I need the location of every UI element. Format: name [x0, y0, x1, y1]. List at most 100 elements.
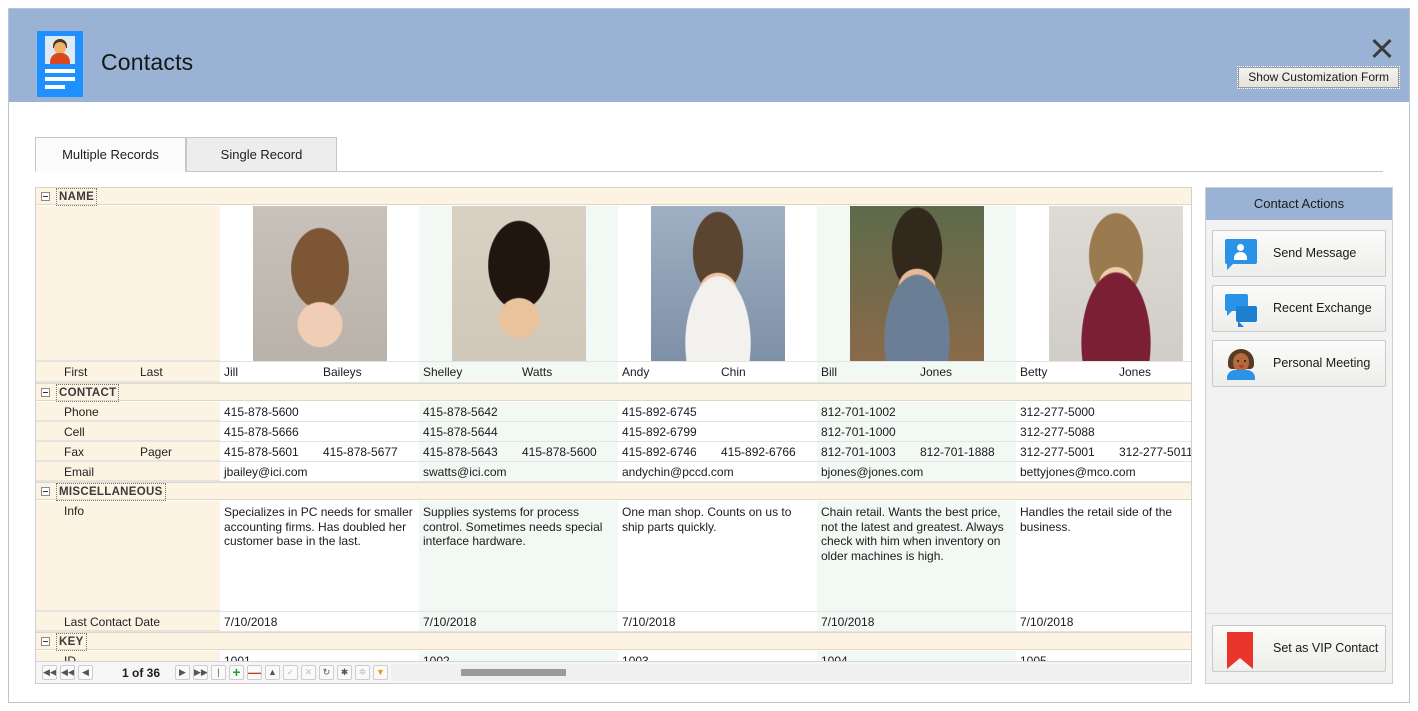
grid-cell[interactable]: 7/10/2018: [1016, 612, 1191, 631]
send-message-icon: [1225, 239, 1257, 270]
grid-cell[interactable]: Supplies systems for process control. So…: [419, 501, 618, 611]
photo-cell[interactable]: [419, 206, 618, 361]
tab-strip: Multiple Records Single Record: [35, 137, 1383, 172]
cancel-edit-button[interactable]: ✕: [301, 665, 316, 680]
grid-cell[interactable]: One man shop. Counts on us to ship parts…: [618, 501, 817, 611]
group-collapse-icon[interactable]: [41, 192, 50, 201]
tab-single-record[interactable]: Single Record: [186, 137, 337, 172]
row-header-cell: Cell: [36, 422, 220, 441]
grid-cell[interactable]: Specializes in PC needs for smaller acco…: [220, 501, 419, 611]
row-header-cell: Fax Pager: [36, 442, 220, 461]
grid-cell[interactable]: swatts@ici.com: [419, 462, 618, 481]
next-page-button[interactable]: ▶▶: [193, 665, 208, 680]
horizontal-scrollbar-thumb[interactable]: [461, 669, 566, 676]
grid-cell[interactable]: 415-892-6745: [618, 402, 817, 421]
grid-cell[interactable]: Andy Chin: [618, 362, 817, 382]
contact-photo: [651, 206, 785, 361]
row-header-cell: Info: [36, 501, 220, 611]
group-header-miscellaneous[interactable]: MISCELLANEOUS: [36, 482, 1191, 501]
grid-row: Email jbailey@ici.com swatts@ici.com andych…: [36, 462, 1191, 482]
records-grid: NAME First Last Jill Baileys Shelley Watts Andy…: [35, 187, 1192, 684]
grid-cell[interactable]: 415-878-5644: [419, 422, 618, 441]
grid-cell[interactable]: 415-878-5642: [419, 402, 618, 421]
group-collapse-icon[interactable]: [41, 637, 50, 646]
photo-cell[interactable]: [220, 206, 419, 361]
grid-cell[interactable]: bettyjones@mco.com: [1016, 462, 1191, 481]
grid-row: Last Contact Date 7/10/2018 7/10/2018 7/10/…: [36, 612, 1191, 632]
grid-cell-secondary-value[interactable]: 312-277-5011: [1119, 445, 1191, 459]
grid-cell[interactable]: andychin@pccd.com: [618, 462, 817, 481]
send-message-button[interactable]: Send Message: [1212, 230, 1386, 277]
tab-multiple-records[interactable]: Multiple Records: [35, 137, 186, 172]
grid-cell[interactable]: Jill Baileys: [220, 362, 419, 382]
grid-cell[interactable]: 415-878-5601 415-878-5677: [220, 442, 419, 461]
grid-cell[interactable]: 7/10/2018: [419, 612, 618, 631]
grid-cell[interactable]: 312-277-5088: [1016, 422, 1191, 441]
delete-record-button[interactable]: —: [247, 665, 262, 680]
recent-exchange-button[interactable]: Recent Exchange: [1212, 285, 1386, 332]
group-collapse-icon[interactable]: [41, 487, 50, 496]
grid-cell-secondary-value[interactable]: Watts: [522, 365, 552, 379]
grid-cell-secondary-value[interactable]: 812-701-1888: [920, 445, 995, 459]
grid-cell[interactable]: 415-878-5643 415-878-5600: [419, 442, 618, 461]
grid-cell-secondary-value[interactable]: 415-878-5677: [323, 445, 398, 459]
refresh-button[interactable]: ↻: [319, 665, 334, 680]
grid-cell[interactable]: 812-701-1002: [817, 402, 1016, 421]
first-record-button[interactable]: ◀◀|: [42, 665, 57, 680]
group-header-contact[interactable]: CONTACT: [36, 383, 1191, 402]
show-customization-form-button[interactable]: Show Customization Form: [1237, 66, 1400, 89]
tab-underline: [35, 171, 1383, 172]
next-record-button[interactable]: ▶: [175, 665, 190, 680]
grid-cell[interactable]: 415-892-6746 415-892-6766: [618, 442, 817, 461]
grid-cell[interactable]: Handles the retail side of the business.: [1016, 501, 1191, 611]
group-collapse-icon[interactable]: [41, 388, 50, 397]
edit-star-button[interactable]: ✲: [355, 665, 370, 680]
row-label-primary: Email: [64, 465, 95, 479]
grid-cell-secondary-value[interactable]: 415-878-5600: [522, 445, 597, 459]
photo-cell[interactable]: [618, 206, 817, 361]
grid-cell[interactable]: Shelley Watts: [419, 362, 618, 382]
grid-cell[interactable]: Bill Jones: [817, 362, 1016, 382]
row-label-primary: Phone: [64, 405, 99, 419]
grid-cell-secondary-value[interactable]: Jones: [1119, 365, 1151, 379]
grid-cell-secondary-value[interactable]: Chin: [721, 365, 746, 379]
photo-cell[interactable]: [817, 206, 1016, 361]
last-record-button[interactable]: |▶▶: [211, 665, 226, 680]
grid-cell[interactable]: jbailey@ici.com: [220, 462, 419, 481]
grid-cell[interactable]: 415-878-5600: [220, 402, 419, 421]
grid-cell-secondary-value[interactable]: Jones: [920, 365, 952, 379]
grid-cell[interactable]: 312-277-5000: [1016, 402, 1191, 421]
clear-filter-star-button[interactable]: ✱: [337, 665, 352, 680]
grid-cell[interactable]: 7/10/2018: [220, 612, 419, 631]
prev-page-button[interactable]: ◀◀: [60, 665, 75, 680]
group-header-key[interactable]: KEY: [36, 632, 1191, 651]
prev-record-button[interactable]: ◀: [78, 665, 93, 680]
horizontal-scrollbar[interactable]: [391, 664, 1189, 681]
close-icon[interactable]: [1369, 35, 1395, 61]
grid-cell[interactable]: 415-878-5666: [220, 422, 419, 441]
filter-button[interactable]: ▼: [373, 665, 388, 680]
photo-cell[interactable]: [1016, 206, 1191, 361]
grid-cell-secondary-value[interactable]: Baileys: [323, 365, 362, 379]
add-record-button[interactable]: +: [229, 665, 244, 680]
grid-cell[interactable]: 312-277-5001 312-277-5011: [1016, 442, 1191, 461]
personal-meeting-icon: [1225, 349, 1257, 380]
collapse-detail-button[interactable]: ▲: [265, 665, 280, 680]
contact-card-icon: [37, 31, 83, 97]
row-label-primary: Fax: [64, 445, 85, 459]
grid-row: Phone 415-878-5600 415-878-5642 415-892-674…: [36, 402, 1191, 422]
grid-cell[interactable]: 812-701-1000: [817, 422, 1016, 441]
grid-cell[interactable]: bjones@jones.com: [817, 462, 1016, 481]
grid-cell[interactable]: 7/10/2018: [817, 612, 1016, 631]
personal-meeting-button[interactable]: Personal Meeting: [1212, 340, 1386, 387]
grid-cell[interactable]: Betty Jones: [1016, 362, 1191, 382]
grid-cell[interactable]: Chain retail. Wants the best price, not …: [817, 501, 1016, 611]
set-as-vip-contact-button[interactable]: Set as VIP Contact: [1212, 625, 1386, 672]
page-title: Contacts: [101, 49, 194, 75]
grid-cell[interactable]: 7/10/2018: [618, 612, 817, 631]
accept-edit-button[interactable]: ✓: [283, 665, 298, 680]
grid-cell[interactable]: 415-892-6799: [618, 422, 817, 441]
grid-cell-secondary-value[interactable]: 415-892-6766: [721, 445, 796, 459]
grid-cell[interactable]: 812-701-1003 812-701-1888: [817, 442, 1016, 461]
group-header-name[interactable]: NAME: [36, 187, 1191, 206]
